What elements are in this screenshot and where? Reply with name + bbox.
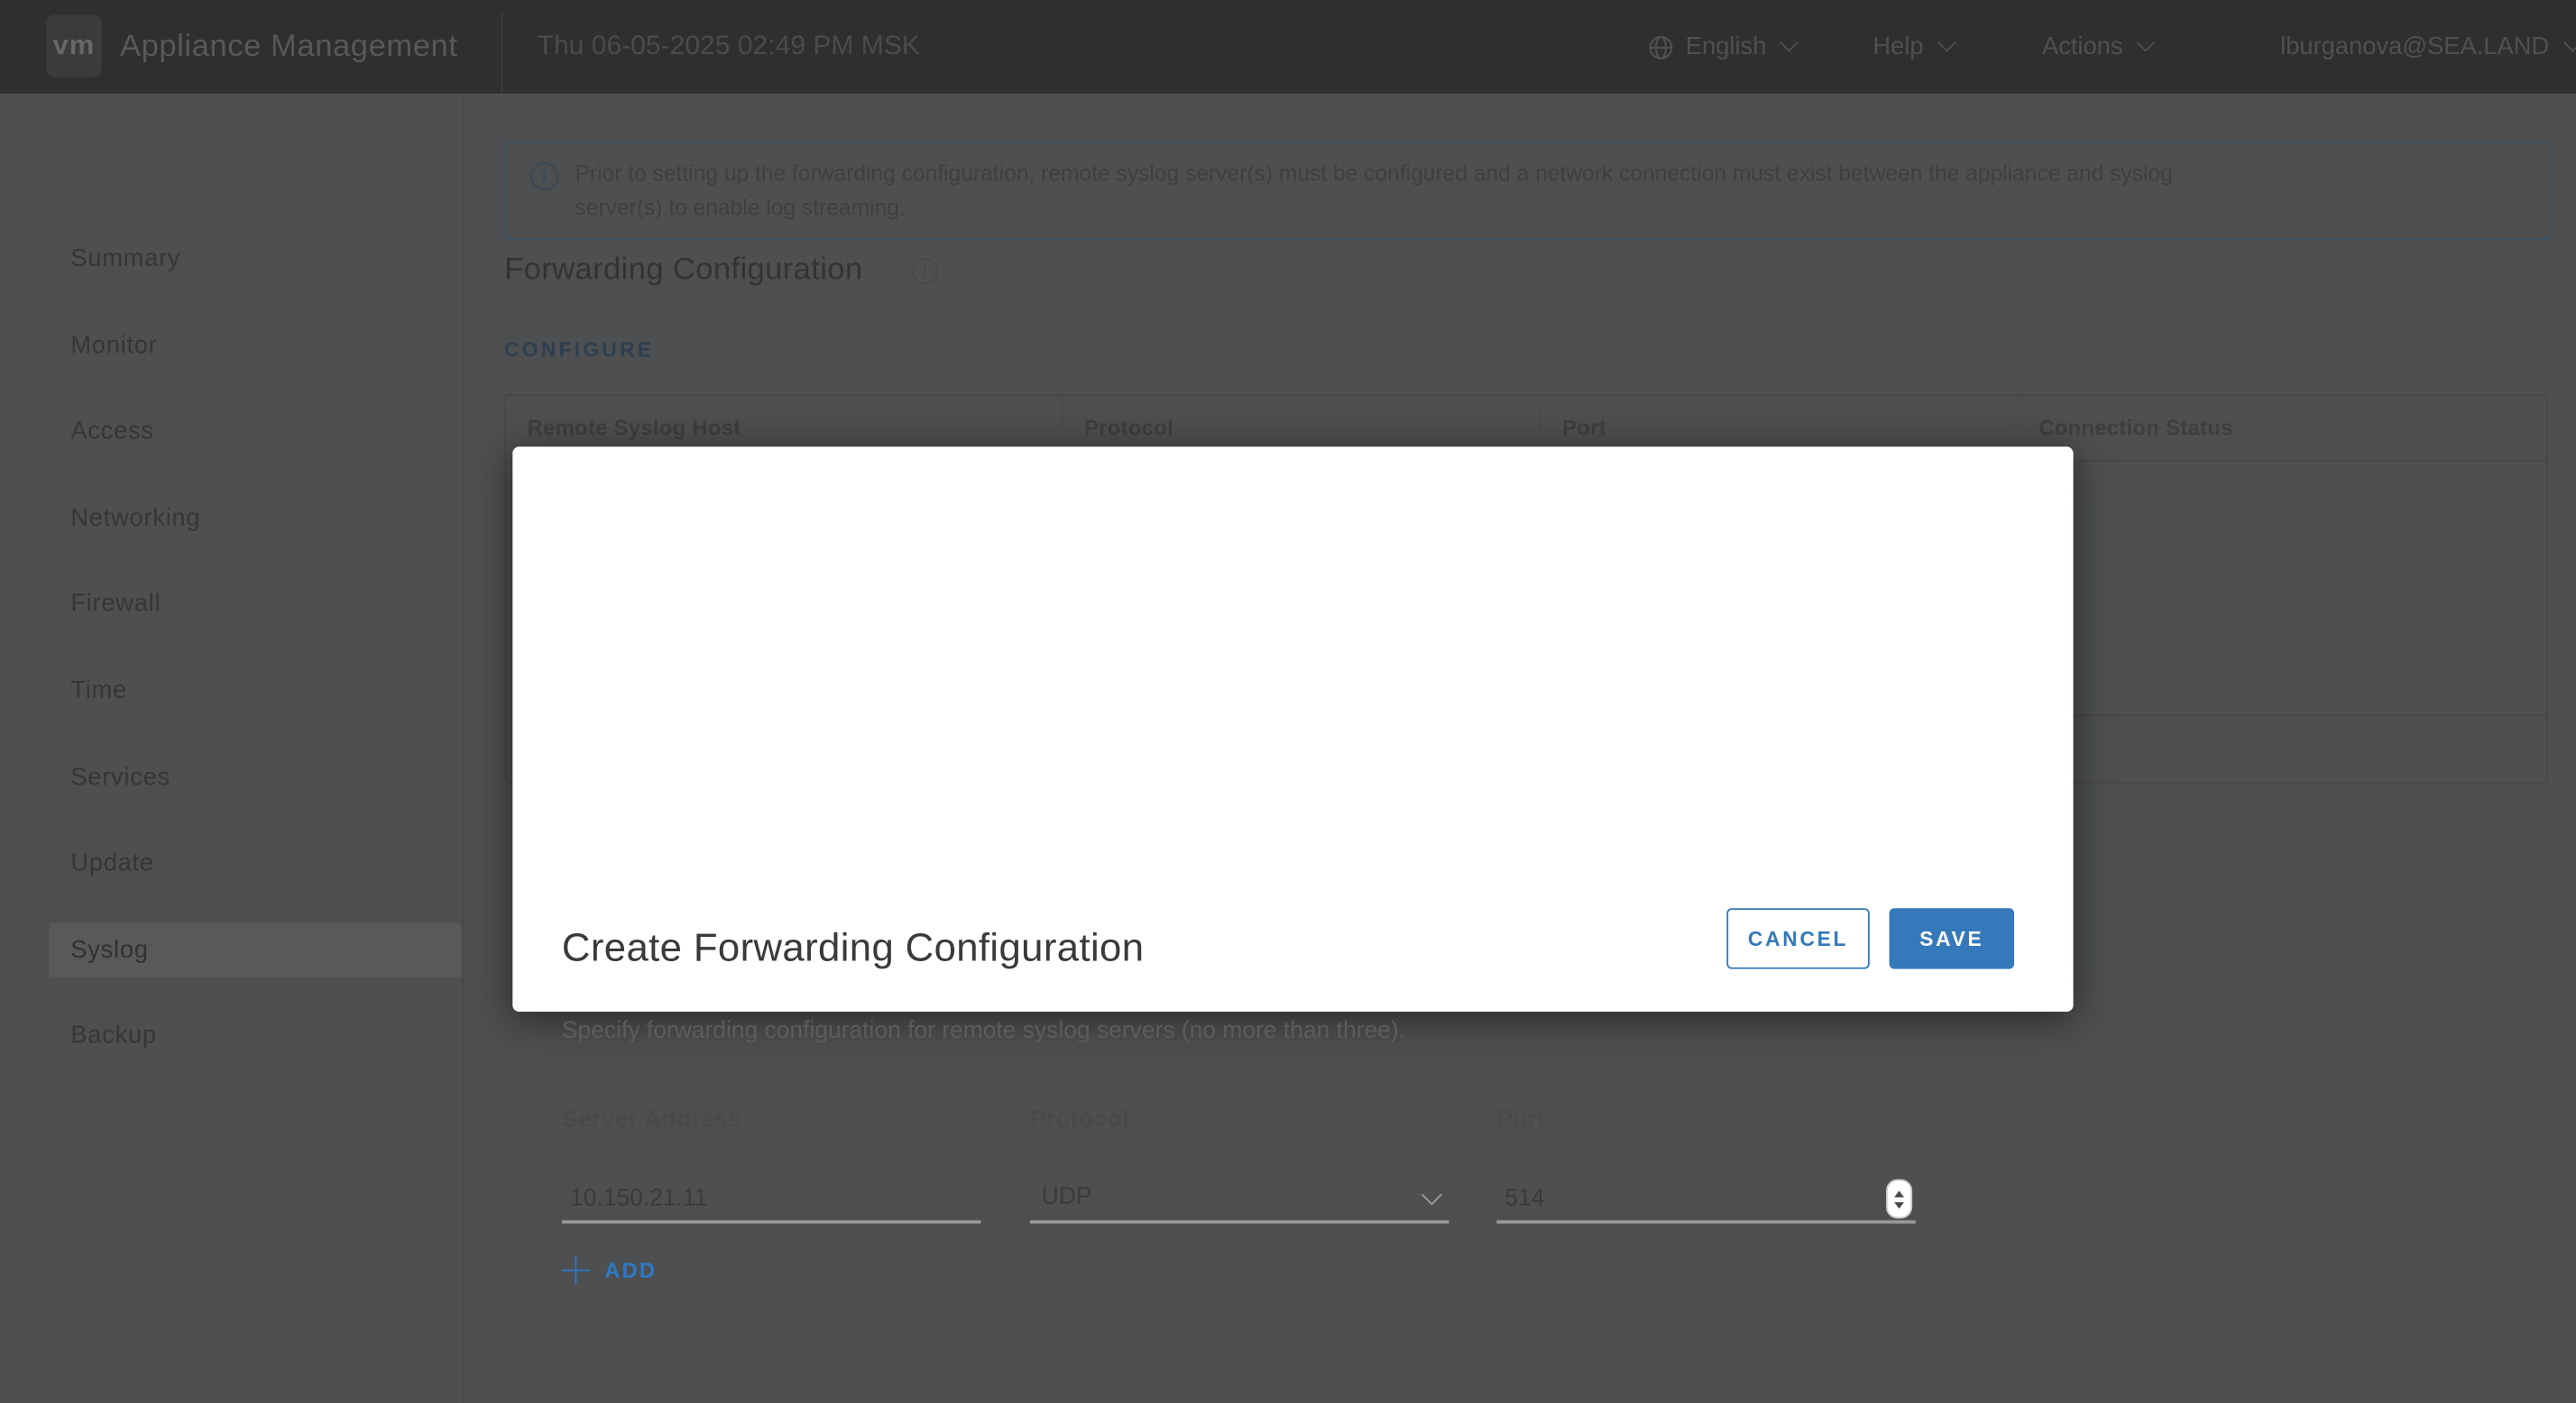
top-bar: vm Appliance Management Thu 06-05-2025 0…	[0, 0, 2576, 94]
chevron-down-icon	[2562, 33, 2576, 52]
appliance-timestamp: Thu 06-05-2025 02:49 PM MSK	[538, 0, 920, 94]
globe-icon	[1648, 33, 1674, 60]
add-server-button[interactable]: ADD	[562, 1256, 657, 1284]
sidebar-item-time[interactable]: Time	[50, 664, 462, 718]
info-alert-line1: Prior to setting up the forwarding confi…	[575, 161, 2173, 186]
actions-menu[interactable]: Actions	[2042, 0, 2152, 94]
user-menu-label: lburganova@SEA.LAND	[2280, 32, 2549, 60]
sidebar-item-backup[interactable]: Backup	[50, 1009, 462, 1063]
server-address-input[interactable]	[562, 1176, 980, 1220]
sidebar-item-syslog[interactable]: Syslog	[50, 922, 462, 977]
vmware-logo: vm	[46, 14, 102, 77]
cancel-button[interactable]: CANCEL	[1726, 908, 1869, 968]
create-forwarding-configuration-dialog: Create Forwarding Configuration Specify …	[512, 446, 2073, 1012]
configure-button[interactable]: CONFIGURE	[504, 338, 654, 362]
port-label: Port	[1496, 1107, 1545, 1133]
protocol-selected-value: UDP	[1030, 1176, 1449, 1220]
dialog-description: Specify forwarding configuration for rem…	[562, 1018, 1405, 1044]
server-address-input-box	[562, 1176, 980, 1224]
plus-icon	[562, 1256, 590, 1284]
chevron-down-icon	[1780, 33, 1799, 52]
sidebar-item-networking[interactable]: Networking	[50, 491, 462, 545]
topbar-divider	[501, 14, 503, 94]
port-stepper[interactable]	[1886, 1179, 1912, 1219]
save-button[interactable]: SAVE	[1890, 908, 2014, 968]
language-menu-label: English	[1686, 32, 1767, 60]
add-button-label: ADD	[604, 1258, 657, 1282]
chevron-down-icon	[2137, 33, 2156, 52]
sidebar-item-summary[interactable]: Summary	[50, 232, 462, 286]
chevron-down-icon	[1937, 33, 1956, 52]
vmware-logo-text: vm	[53, 30, 96, 62]
page-title: Forwarding Configuration	[504, 253, 862, 289]
server-address-label: Server Address	[562, 1107, 741, 1133]
help-menu[interactable]: Help	[1872, 0, 1953, 94]
sidebar-item-access[interactable]: Access	[50, 404, 462, 458]
stepper-up-icon	[1894, 1190, 1904, 1197]
info-alert: i Prior to setting up the forwarding con…	[504, 142, 2552, 240]
help-menu-label: Help	[1872, 32, 1923, 60]
sidebar-nav: Summary Monitor Access Networking Firewa…	[50, 232, 462, 1096]
info-alert-line2: server(s) to enable log streaming.	[575, 196, 906, 220]
protocol-label: Protocol	[1030, 1107, 1129, 1133]
language-menu[interactable]: English	[1648, 0, 1796, 94]
sidebar-item-update[interactable]: Update	[50, 836, 462, 890]
info-icon: i	[530, 162, 558, 190]
sidebar-item-monitor[interactable]: Monitor	[50, 318, 462, 372]
actions-menu-label: Actions	[2042, 32, 2123, 60]
dialog-title: Create Forwarding Configuration	[562, 926, 1144, 972]
sidebar-item-services[interactable]: Services	[50, 750, 462, 804]
sidebar-item-firewall[interactable]: Firewall	[50, 577, 462, 631]
protocol-select[interactable]: UDP	[1030, 1176, 1449, 1224]
port-input[interactable]	[1496, 1176, 1915, 1220]
sidebar: Summary Monitor Access Networking Firewa…	[0, 94, 464, 1403]
forwarding-info-icon[interactable]: i	[912, 258, 938, 284]
stepper-down-icon	[1894, 1201, 1904, 1207]
column-header-connection-status: Connection Status	[2016, 396, 2546, 460]
port-input-box	[1496, 1176, 1915, 1224]
info-alert-text: Prior to setting up the forwarding confi…	[575, 156, 2506, 225]
appliance-management-page: vm Appliance Management Thu 06-05-2025 0…	[0, 0, 2576, 1403]
user-menu[interactable]: lburganova@SEA.LAND	[2280, 0, 2576, 94]
app-title: Appliance Management	[120, 0, 458, 94]
